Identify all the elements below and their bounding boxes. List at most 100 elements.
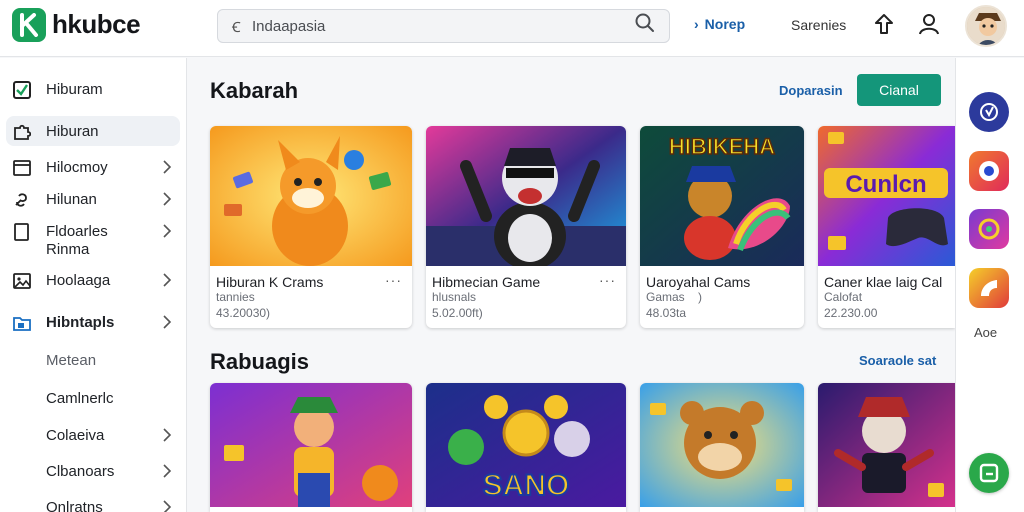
link-icon <box>15 193 27 207</box>
user-icon[interactable] <box>918 12 940 36</box>
sidebar-item-hiburan[interactable]: Hiburan <box>6 116 180 146</box>
sidebar-item-label: Fldoarles <box>46 223 108 240</box>
sidebar-item-label: Colaeiva <box>46 427 105 444</box>
search-bar[interactable]: Ꞓ <box>217 9 670 43</box>
sidebar-item-label: Camlnerlc <box>46 390 114 407</box>
top-header: hkubce Ꞓ › Norep Sarenies <box>0 0 1024 57</box>
sidebar-item-onlratns[interactable]: Onlratns <box>6 492 180 512</box>
more-icon[interactable]: ··· <box>385 272 402 288</box>
thumbnail-title: SANO <box>483 469 570 502</box>
logo-text: hkubce <box>52 9 141 39</box>
card-meta: 43.20030) <box>216 306 271 320</box>
game-card[interactable] <box>210 383 412 512</box>
card-subtitle: Gamas ) <box>646 290 702 304</box>
card-subtitle-text: Gamas <box>646 290 685 304</box>
upload-icon[interactable] <box>873 12 895 36</box>
search-lead-icon: Ꞓ <box>232 19 241 35</box>
search-input[interactable] <box>252 16 632 36</box>
sidebar-item-camlnerlc[interactable]: Camlnerlc <box>6 383 180 413</box>
chevron-right-icon <box>163 428 172 442</box>
card-meta: 5.02.00ft) <box>432 306 483 320</box>
sidebar-item-fldoarles[interactable]: Fldoarles Rinma <box>6 216 180 260</box>
game-thumbnail <box>818 383 955 507</box>
sidebar-item-hiburam[interactable]: Hiburam <box>6 74 180 104</box>
game-card[interactable]: Hiburan K Crams tannies 43.20030) ··· <box>210 126 412 328</box>
window-icon <box>13 160 31 176</box>
rail-app-1-icon[interactable] <box>969 92 1009 132</box>
sidebar-item-hoolaaga[interactable]: Hoolaaga <box>6 265 180 295</box>
card-title: Caner klae laig Cal <box>824 274 943 290</box>
primary-button[interactable]: Cianal <box>857 74 941 106</box>
image-icon <box>13 273 31 289</box>
chevron-right-icon <box>163 315 172 329</box>
sidebar-item-label: Hilunan <box>46 191 97 208</box>
puzzle-icon <box>14 124 31 140</box>
game-thumbnail <box>426 126 626 266</box>
chevron-right-icon <box>163 464 172 478</box>
sidebar-item-colaeiva[interactable]: Colaeiva <box>6 420 180 450</box>
avatar[interactable] <box>965 5 1007 47</box>
chevron-right-icon: › <box>694 16 699 32</box>
sidebar: Hiburam Hiburan Hilocmoy Hilunan Fldoarl… <box>0 58 187 512</box>
right-rail: Aoe <box>955 58 1024 512</box>
rail-app-2-icon[interactable] <box>969 151 1009 191</box>
nav-link[interactable]: › Norep <box>694 16 745 32</box>
thumbnail-title: HIBIKEHA <box>669 134 775 159</box>
sidebar-item-label: Hibntapls <box>46 314 115 331</box>
sidebar-item-hibntapls[interactable]: Hibntapls <box>6 307 180 337</box>
game-card[interactable]: Hibmecian Game hlusnals 5.02.00ft) ··· <box>426 126 626 328</box>
game-thumbnail: SANO <box>426 383 626 507</box>
thumbnail-title: Cunlcn <box>845 171 926 198</box>
sidebar-item-clbanoars[interactable]: Clbanoars <box>6 456 180 486</box>
game-card[interactable]: HIBIKEHA Uaroyahal Cams Gamas ) 48.03ta <box>640 126 804 328</box>
card-subtitle: tannies <box>216 290 255 304</box>
game-card[interactable]: SANO <box>426 383 626 512</box>
square-add-icon <box>979 463 999 483</box>
rail-app-4-icon[interactable] <box>969 268 1009 308</box>
game-card[interactable] <box>818 383 955 512</box>
sidebar-item-label: Hiburam <box>46 81 103 98</box>
chevron-right-icon <box>163 224 172 238</box>
chevron-right-icon <box>163 192 172 206</box>
sidebar-item-hilocmoy[interactable]: Hilocmoy <box>6 152 180 182</box>
game-thumbnail: Cunlcn <box>818 126 955 266</box>
sidebar-item-label: Hilocmoy <box>46 159 108 176</box>
sidebar-item-hilunan[interactable]: Hilunan <box>6 184 180 214</box>
section-title-kabarah: Kabarah <box>210 78 299 103</box>
game-thumbnail <box>210 383 412 507</box>
nav-link-label: Norep <box>704 16 746 32</box>
card-subtitle: hlusnals <box>432 290 477 304</box>
add-button[interactable] <box>969 453 1009 493</box>
logo-icon[interactable] <box>12 8 46 42</box>
sidebar-item-label: Clbanoars <box>46 463 115 480</box>
game-thumbnail <box>640 383 804 507</box>
checkbox-icon <box>13 81 31 99</box>
sidebar-item-label: Hiburan <box>46 123 99 140</box>
rail-app-3-icon[interactable] <box>969 209 1009 249</box>
card-meta: 22.230.00 <box>824 306 878 320</box>
game-card[interactable]: Cunlcn Caner klae laig Cal Calofat 22.23… <box>818 126 955 328</box>
card-meta: 48.03ta <box>646 306 687 320</box>
game-thumbnail: HIBIKEHA <box>640 126 804 266</box>
search-icon[interactable] <box>635 13 655 33</box>
card-subtitle: Calofat <box>824 290 863 304</box>
sidebar-item-metean[interactable]: Metean <box>6 345 180 375</box>
sidebar-item-label-line2: Rinma <box>46 241 90 258</box>
section-link-doparasin[interactable]: Doparasin <box>779 83 843 98</box>
card-title: Uaroyahal Cams <box>646 274 751 290</box>
card-title: Hibmecian Game <box>432 274 541 290</box>
sidebar-item-label: Metean <box>46 352 97 369</box>
chevron-right-icon <box>163 273 172 287</box>
game-thumbnail <box>210 126 412 266</box>
card-title: Hiburan K Crams <box>216 274 324 290</box>
card-subtitle-extra: ) <box>698 290 703 304</box>
sidebar-item-label: Hoolaaga <box>46 272 111 289</box>
section-link-soaraole[interactable]: Soaraole sat <box>859 353 936 368</box>
sidebar-item-label: Onlratns <box>46 499 103 512</box>
chevron-right-icon <box>163 500 172 512</box>
nav-text[interactable]: Sarenies <box>791 17 846 33</box>
more-icon[interactable]: ··· <box>599 272 616 288</box>
game-card[interactable] <box>640 383 804 512</box>
section-title-rabuagis: Rabuagis <box>210 349 310 374</box>
chevron-right-icon <box>163 160 172 174</box>
